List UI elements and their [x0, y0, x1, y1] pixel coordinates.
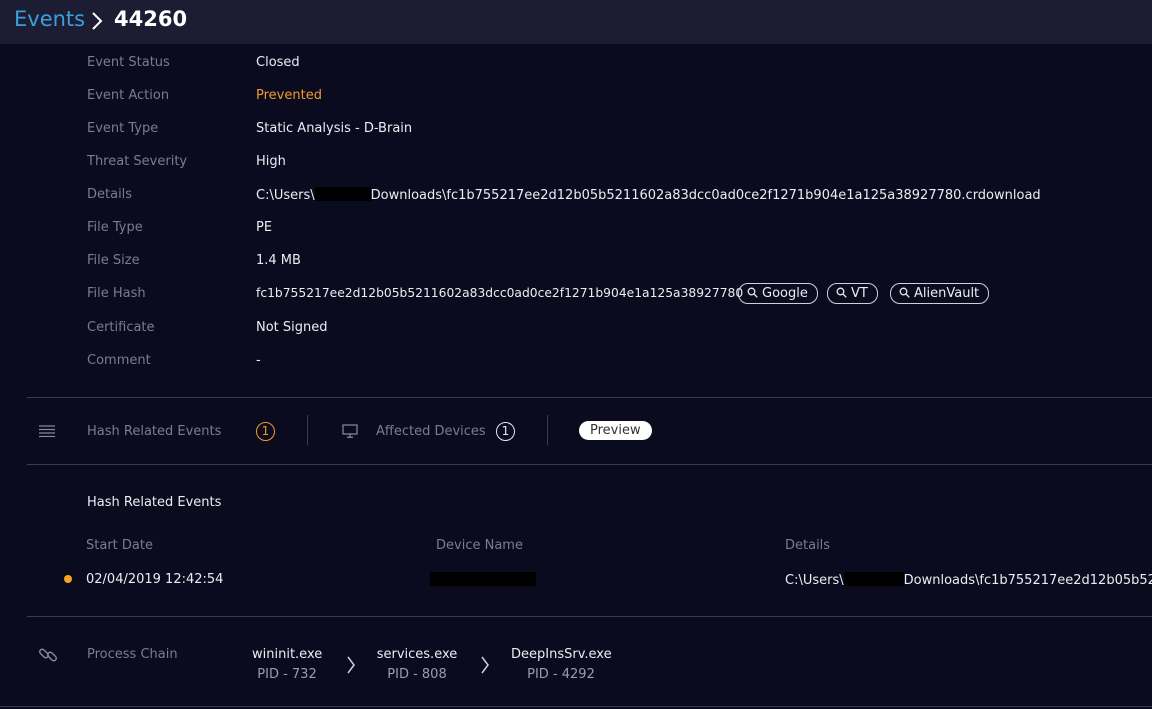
divider	[27, 464, 1152, 465]
event-status-label: Event Status	[87, 55, 170, 70]
hash-related-events-tab[interactable]: Hash Related Events	[87, 424, 221, 439]
affected-devices-tab[interactable]: Affected Devices	[376, 424, 486, 439]
chevron-right-icon	[347, 656, 355, 674]
details-label: Details	[87, 187, 133, 202]
file-type-value: PE	[256, 220, 273, 235]
event-id-title: 44260	[114, 7, 188, 31]
redacted-device-name	[430, 572, 536, 586]
divider	[27, 397, 1152, 398]
process-node[interactable]: DeepInsSrv.exe PID - 4292	[511, 647, 612, 682]
vt-lookup-label: VT	[851, 286, 868, 301]
chevron-right-icon	[92, 12, 103, 30]
google-lookup-button[interactable]: Google	[738, 283, 818, 304]
link-icon	[39, 648, 57, 662]
search-icon	[899, 287, 910, 298]
alienvault-lookup-label: AlienVault	[914, 286, 980, 301]
process-node[interactable]: wininit.exe PID - 732	[252, 647, 322, 682]
chevron-right-icon	[481, 656, 489, 674]
process-name: DeepInsSrv.exe	[511, 647, 612, 662]
separator	[547, 415, 548, 445]
event-type-value: Static Analysis - D-Brain	[256, 121, 413, 136]
event-action-value: Prevented	[256, 88, 322, 103]
redaction-block	[314, 187, 371, 201]
process-pid: PID - 4292	[527, 667, 595, 682]
file-hash-label: File Hash	[87, 286, 146, 301]
column-header-details[interactable]: Details	[785, 538, 830, 553]
file-size-value: 1.4 MB	[256, 253, 301, 268]
hash-related-count-badge: 1	[256, 422, 275, 441]
file-hash-value: fc1b755217ee2d12b05b5211602a83dcc0ad0ce2…	[256, 286, 744, 300]
divider	[27, 616, 1152, 617]
alienvault-lookup-button[interactable]: AlienVault	[890, 283, 990, 304]
process-name: services.exe	[376, 647, 458, 662]
process-pid: PID - 808	[387, 667, 447, 682]
process-node[interactable]: services.exe PID - 808	[376, 647, 458, 682]
row-details-prefix: C:\Users\	[785, 573, 844, 588]
search-icon	[836, 287, 847, 298]
process-pid: PID - 732	[257, 667, 317, 682]
comment-label: Comment	[87, 353, 151, 368]
separator	[307, 415, 308, 445]
breadcrumb-events-link[interactable]: Events	[14, 7, 85, 31]
details-path-prefix: C:\Users\	[256, 188, 315, 203]
event-action-label: Event Action	[87, 88, 170, 103]
list-icon	[39, 425, 55, 437]
certificate-value: Not Signed	[256, 320, 328, 335]
vt-lookup-button[interactable]: VT	[827, 283, 878, 304]
event-type-label: Event Type	[87, 121, 159, 136]
page-header: Events 44260	[0, 0, 1152, 44]
file-size-label: File Size	[87, 253, 140, 268]
preview-button[interactable]: Preview	[579, 421, 652, 440]
event-status-value: Closed	[256, 55, 300, 70]
threat-severity-value: High	[256, 154, 286, 169]
details-path-suffix: Downloads\fc1b755217ee2d12b05b5211602a83…	[370, 188, 1041, 203]
search-icon	[747, 287, 758, 298]
certificate-label: Certificate	[87, 320, 155, 335]
row-details[interactable]: C:\Users\ Downloads\fc1b755217ee2d12b05b5…	[785, 572, 1152, 588]
threat-severity-label: Threat Severity	[87, 154, 188, 169]
details-value: C:\Users\ Downloads\fc1b755217ee2d12b05b5…	[256, 187, 1041, 203]
process-chain-label: Process Chain	[87, 647, 178, 662]
row-details-suffix: Downloads\fc1b755217ee2d12b05b521160	[903, 573, 1152, 588]
process-name: wininit.exe	[252, 647, 323, 662]
comment-value: -	[256, 353, 261, 368]
divider	[0, 706, 1152, 707]
row-start-date[interactable]: 02/04/2019 12:42:54	[86, 572, 223, 587]
column-header-device-name[interactable]: Device Name	[436, 538, 523, 553]
monitor-icon	[342, 424, 358, 438]
redaction-block	[843, 572, 904, 586]
affected-devices-count-badge: 1	[496, 422, 515, 441]
status-dot	[64, 575, 72, 583]
hash-events-title: Hash Related Events	[87, 495, 222, 510]
google-lookup-label: Google	[762, 286, 808, 301]
column-header-start-date[interactable]: Start Date	[86, 538, 153, 553]
file-type-label: File Type	[87, 220, 143, 235]
